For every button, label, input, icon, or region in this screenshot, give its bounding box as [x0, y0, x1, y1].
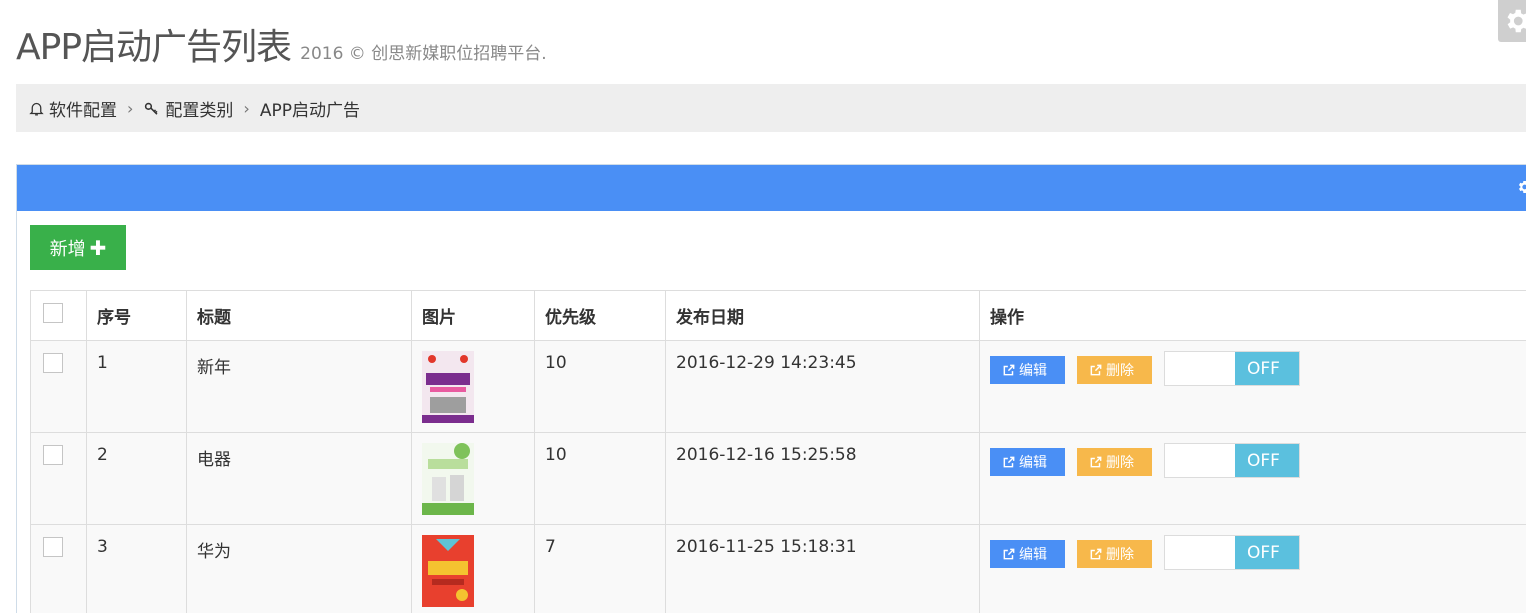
priority-cell: 7: [534, 524, 666, 613]
new-year-poster-image[interactable]: [422, 351, 474, 423]
title-cell: 电器: [186, 432, 412, 525]
delete-label: 删除: [1106, 454, 1134, 471]
breadcrumb-item-software-config[interactable]: 软件配置: [28, 96, 117, 121]
breadcrumb-separator: ›: [127, 98, 134, 118]
title-cell: 华为: [186, 524, 412, 613]
column-header-priority: 优先级: [534, 290, 666, 341]
ad-list-panel: 新增 ✚ 序号 标题 图片 优先级 发布日期 操作 1 新年 10 2016-1…: [16, 164, 1526, 613]
column-header-index: 序号: [86, 290, 187, 341]
delete-button[interactable]: 删除: [1077, 539, 1152, 568]
toggle-off-label: OFF: [1235, 444, 1299, 477]
column-header-title: 标题: [186, 290, 412, 341]
delete-button[interactable]: 删除: [1077, 355, 1152, 384]
actions-cell: 编辑 删除 OFF: [979, 432, 1526, 525]
index-cell: 2: [86, 432, 187, 525]
edit-label: 编辑: [1019, 454, 1047, 471]
row-checkbox[interactable]: [43, 445, 63, 465]
add-button[interactable]: 新增 ✚: [30, 225, 126, 270]
actions-cell: 编辑 删除 OFF: [979, 524, 1526, 613]
settings-gear-button[interactable]: [1498, 0, 1526, 42]
plus-icon: ✚: [89, 235, 107, 260]
image-cell: [411, 432, 535, 525]
edit-button[interactable]: 编辑: [990, 355, 1065, 384]
image-cell: [411, 524, 535, 613]
table-row: 1 新年 10 2016-12-29 14:23:45 编辑 删除 OFF: [30, 340, 1526, 433]
share-icon: [1003, 548, 1015, 559]
key-icon: [145, 102, 158, 115]
date-cell: 2016-11-25 15:18:31: [665, 524, 980, 613]
select-all-cell: [30, 290, 87, 341]
edit-label: 编辑: [1019, 362, 1047, 379]
edit-label: 编辑: [1019, 546, 1047, 563]
breadcrumb-label: APP启动广告: [259, 100, 360, 121]
page-title: APP启动广告列表: [16, 27, 292, 68]
date-cell: 2016-12-29 14:23:45: [665, 340, 980, 433]
breadcrumb-label: 软件配置: [49, 100, 117, 121]
toggle-off-label: OFF: [1235, 536, 1299, 569]
toggle-off-label: OFF: [1235, 352, 1299, 385]
panel-heading: [17, 165, 1526, 211]
date-cell: 2016-12-16 15:25:58: [665, 432, 980, 525]
breadcrumb-label: 配置类别: [165, 100, 234, 121]
delete-label: 删除: [1106, 546, 1134, 563]
ad-table: 序号 标题 图片 优先级 发布日期 操作 1 新年 10 2016-12-29 …: [30, 290, 1526, 613]
edit-button[interactable]: 编辑: [990, 539, 1065, 568]
select-all-checkbox[interactable]: [43, 303, 63, 323]
edit-button[interactable]: 编辑: [990, 447, 1065, 476]
toggle-knob: [1165, 352, 1235, 385]
table-row: 2 电器 10 2016-12-16 15:25:58 编辑 删除 OFF: [30, 432, 1526, 525]
huawei-poster-image[interactable]: [422, 535, 474, 607]
title-cell: 新年: [186, 340, 412, 433]
share-icon: [1003, 364, 1015, 375]
share-icon: [1003, 456, 1015, 467]
appliance-poster-image[interactable]: [422, 443, 474, 515]
add-button-label: 新增: [49, 238, 86, 260]
gear-icon[interactable]: [1516, 179, 1526, 195]
priority-cell: 10: [534, 432, 666, 525]
status-toggle[interactable]: OFF: [1164, 351, 1300, 386]
select-cell: [30, 432, 87, 525]
select-cell: [30, 524, 87, 613]
breadcrumb-item-config-category[interactable]: 配置类别: [143, 96, 233, 121]
gear-icon: [1507, 9, 1526, 33]
page-subtitle: 2016 © 创思新媒职位招聘平台.: [300, 44, 547, 64]
image-cell: [411, 340, 535, 433]
actions-cell: 编辑 删除 OFF: [979, 340, 1526, 433]
breadcrumb: 软件配置 › 配置类别 › APP启动广告: [16, 84, 1526, 132]
breadcrumb-item-app-ad: APP启动广告: [260, 96, 360, 121]
breadcrumb-separator: ›: [243, 98, 250, 118]
row-checkbox[interactable]: [43, 537, 63, 557]
status-toggle[interactable]: OFF: [1164, 535, 1300, 570]
bell-icon: [29, 102, 44, 116]
share-icon: [1090, 548, 1102, 559]
select-cell: [30, 340, 87, 433]
delete-label: 删除: [1106, 362, 1134, 379]
table-row: 3 华为 7 2016-11-25 15:18:31 编辑 删除 OFF: [30, 524, 1526, 613]
toggle-knob: [1165, 444, 1235, 477]
row-checkbox[interactable]: [43, 353, 63, 373]
share-icon: [1090, 364, 1102, 375]
column-header-image: 图片: [411, 290, 535, 341]
column-header-date: 发布日期: [665, 290, 980, 341]
index-cell: 1: [86, 340, 187, 433]
priority-cell: 10: [534, 340, 666, 433]
index-cell: 3: [86, 524, 187, 613]
delete-button[interactable]: 删除: [1077, 447, 1152, 476]
share-icon: [1090, 456, 1102, 467]
status-toggle[interactable]: OFF: [1164, 443, 1300, 478]
toggle-knob: [1165, 536, 1235, 569]
page-header: APP启动广告列表 2016 © 创思新媒职位招聘平台.: [16, 18, 547, 70]
column-header-actions: 操作: [979, 290, 1526, 341]
table-header-row: 序号 标题 图片 优先级 发布日期 操作: [30, 290, 1526, 341]
